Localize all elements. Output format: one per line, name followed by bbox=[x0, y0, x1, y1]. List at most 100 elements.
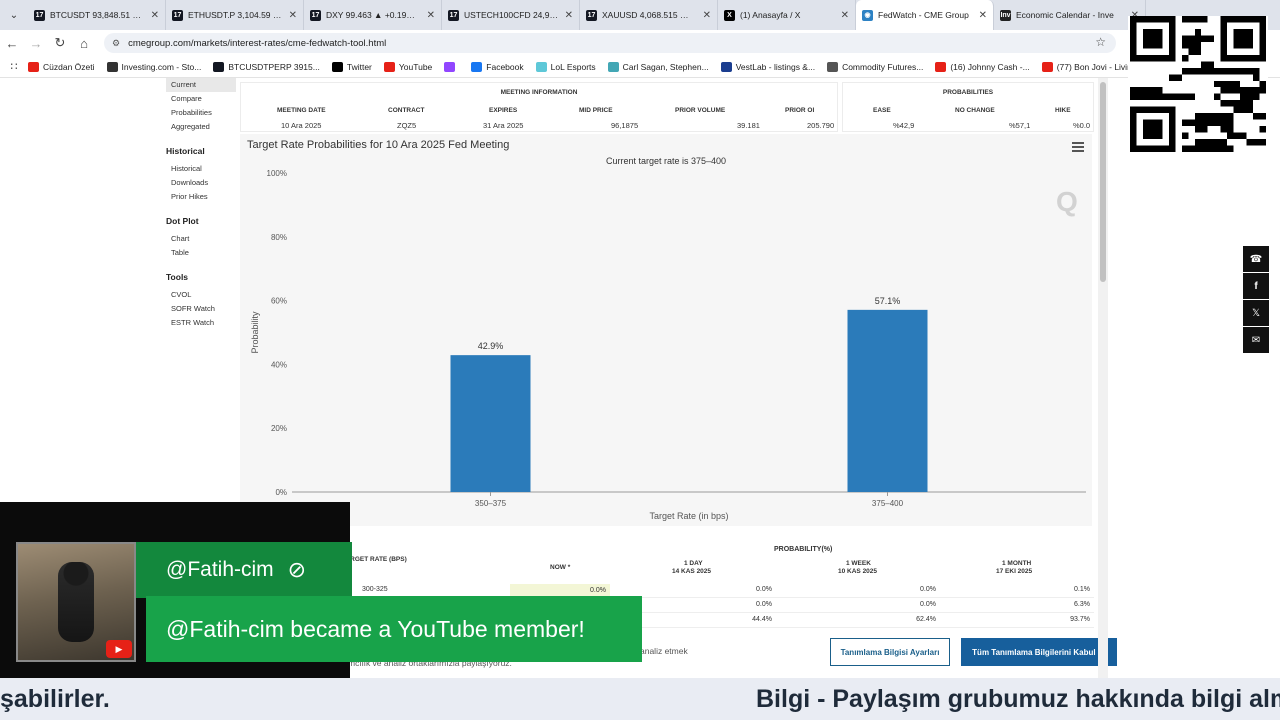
qr-module bbox=[1220, 113, 1228, 120]
bookmark-item[interactable] bbox=[444, 61, 459, 72]
qr-module bbox=[1188, 35, 1195, 42]
qr-module bbox=[1227, 113, 1234, 120]
bookmark-item[interactable]: VestLab - listings &... bbox=[720, 61, 815, 72]
tab-title: DXY 99.463 ▲ +0.19% Un bbox=[326, 10, 421, 20]
tab-close-icon[interactable]: ✕ bbox=[841, 10, 849, 21]
qr-module bbox=[1246, 93, 1254, 101]
y-tick-label: 100% bbox=[267, 169, 287, 178]
tab-favicon-icon: 17 bbox=[34, 9, 45, 21]
sidenav-item[interactable]: SOFR Watch bbox=[166, 302, 236, 316]
qr-module bbox=[1181, 35, 1189, 42]
site-info-icon[interactable]: ⚙ bbox=[112, 38, 120, 49]
ease-header: EASE bbox=[873, 107, 891, 114]
qr-module bbox=[1142, 28, 1163, 49]
browser-tab[interactable]: X (1) Anasayfa / X ✕ bbox=[718, 0, 856, 30]
facebook-share-icon[interactable]: f bbox=[1243, 273, 1269, 299]
browser-tab[interactable]: Inv Economic Calendar - Inve ✕ bbox=[994, 0, 1146, 30]
x-share-icon[interactable]: 𝕏 bbox=[1243, 300, 1269, 326]
tab-close-icon[interactable]: ✕ bbox=[289, 10, 297, 21]
browser-tab[interactable]: 17 ETHUSDT.P 3,104.59 ▲ + ✕ bbox=[166, 0, 304, 30]
tab-close-icon[interactable]: ✕ bbox=[703, 10, 711, 21]
one-month-header: 1 MONTH bbox=[1002, 560, 1032, 567]
bookmark-favicon-icon bbox=[331, 61, 343, 72]
qr-module bbox=[1201, 35, 1208, 42]
qr-module bbox=[1181, 132, 1189, 140]
tab-strip: ⌄ 17 BTCUSDT 93,848.51 ▼ −0. ✕ 17 ETHUSDT.P … bbox=[0, 0, 1280, 30]
no-change-header: NO CHANGE bbox=[955, 107, 995, 114]
bookmark-item[interactable]: Carl Sagan, Stephen... bbox=[607, 61, 709, 72]
one-month-cell: 93.7% bbox=[1070, 616, 1090, 623]
tab-search-chevron-icon[interactable]: ⌄ bbox=[0, 0, 28, 30]
tab-close-icon[interactable]: ✕ bbox=[565, 10, 573, 21]
bookmark-item[interactable]: YouTube bbox=[383, 61, 432, 72]
qr-module bbox=[1227, 119, 1234, 127]
one-day-header: 1 DAY bbox=[684, 560, 703, 567]
bookmark-item[interactable]: (16) Johnny Cash -... bbox=[935, 61, 1030, 72]
bookmark-item[interactable]: Cüzdan Özeti bbox=[28, 61, 95, 72]
reload-icon[interactable]: ↻ bbox=[48, 35, 72, 51]
sidenav-item[interactable]: ESTR Watch bbox=[166, 316, 236, 330]
qr-module bbox=[1194, 113, 1202, 120]
sidenav-item[interactable]: Current bbox=[166, 78, 236, 92]
sidenav-item[interactable]: Table bbox=[166, 246, 236, 260]
bookmark-item[interactable]: Commodity Futures... bbox=[827, 61, 923, 72]
sidenav-item[interactable]: Downloads bbox=[166, 176, 236, 190]
sidenav-item[interactable]: CVOL bbox=[166, 288, 236, 302]
y-tick-label: 80% bbox=[271, 233, 287, 242]
qr-module bbox=[1201, 119, 1208, 127]
email-share-icon[interactable]: ✉ bbox=[1243, 327, 1269, 353]
sidenav-item[interactable]: Aggregated bbox=[166, 120, 236, 134]
browser-tab[interactable]: 17 XAUUSD 4,068.515 ▼ −0. ✕ bbox=[580, 0, 718, 30]
expires-value: 31 Ara 2025 bbox=[483, 121, 524, 130]
y-tick-label: 60% bbox=[271, 297, 287, 306]
expires-header: EXPIRES bbox=[489, 107, 518, 114]
browser-tab[interactable]: ◉ FedWatch - CME Group ✕ bbox=[856, 0, 994, 30]
browser-tab[interactable]: 17 BTCUSDT 93,848.51 ▼ −0. ✕ bbox=[28, 0, 166, 30]
whatsapp-share-icon[interactable]: ☎ bbox=[1243, 246, 1269, 272]
forward-icon[interactable]: → bbox=[24, 36, 48, 51]
sidenav-item[interactable]: Probabilities bbox=[166, 106, 236, 120]
home-icon[interactable]: ⌂ bbox=[72, 36, 96, 51]
qr-module bbox=[1194, 67, 1202, 75]
apps-grid-icon[interactable]: ∷ bbox=[0, 60, 28, 73]
bookmark-favicon-icon bbox=[535, 61, 547, 72]
browser-tab[interactable]: 17 USTECH100CFD 24,963.0 ✕ bbox=[442, 0, 580, 30]
qr-module bbox=[1214, 145, 1221, 152]
bookmark-item[interactable]: Investing.com - Sto... bbox=[106, 61, 201, 72]
sidenav-item[interactable]: Historical bbox=[166, 162, 236, 176]
qr-module bbox=[1194, 16, 1202, 23]
qr-module bbox=[1233, 132, 1241, 140]
qr-module bbox=[1207, 35, 1215, 42]
one-week-date: 10 KAS 2025 bbox=[838, 568, 878, 575]
bookmark-star-icon[interactable]: ☆ bbox=[1095, 35, 1106, 49]
page-scrollbar[interactable] bbox=[1098, 78, 1108, 678]
bookmark-item[interactable]: (77) Bon Jovi - Livin... bbox=[1041, 61, 1139, 72]
qr-module bbox=[1220, 139, 1228, 146]
cookie-settings-button[interactable]: Tanımlama Bilgisi Ayarları bbox=[830, 638, 950, 666]
address-bar[interactable]: ⚙ cmegroup.com/markets/interest-rates/cm… bbox=[104, 33, 1116, 53]
bookmark-item[interactable]: LoL Esports bbox=[535, 61, 596, 72]
sidenav-item[interactable]: Prior Hikes bbox=[166, 190, 236, 204]
qr-module bbox=[1201, 139, 1208, 146]
ticker-text-right: Bilgi - Paylaşım grubumuz hakkında bilgi… bbox=[756, 684, 1280, 713]
tab-close-icon[interactable]: ✕ bbox=[427, 10, 435, 21]
bookmark-item[interactable]: Twitter bbox=[331, 61, 372, 72]
bookmark-label: Twitter bbox=[346, 61, 372, 72]
qr-module bbox=[1227, 126, 1234, 133]
member-alert-banner: @Fatih-cim became a YouTube member! bbox=[146, 596, 642, 662]
tab-close-icon[interactable]: ✕ bbox=[151, 10, 159, 21]
accept-all-cookies-button[interactable]: Tüm Tanımlama Bilgilerini Kabul Et bbox=[961, 638, 1117, 666]
browser-tab[interactable]: 17 DXY 99.463 ▲ +0.19% Un ✕ bbox=[304, 0, 442, 30]
scrollbar-thumb[interactable] bbox=[1100, 82, 1106, 282]
tab-close-icon[interactable]: ✕ bbox=[979, 10, 987, 21]
hike-header: HIKE bbox=[1055, 107, 1071, 114]
one-day-cell: 0.0% bbox=[756, 586, 772, 593]
target-rate-chart: Target Rate Probabilities for 10 Ara 202… bbox=[240, 134, 1092, 526]
back-icon[interactable]: ← bbox=[0, 36, 24, 51]
bookmark-item[interactable]: Facebook bbox=[471, 61, 524, 72]
bookmark-item[interactable]: BTCUSDTPERP 3915... bbox=[213, 61, 320, 72]
qr-module bbox=[1214, 119, 1221, 127]
sidenav-item[interactable]: Chart bbox=[166, 232, 236, 246]
sidenav-item[interactable]: Compare bbox=[166, 92, 236, 106]
qr-module bbox=[1194, 119, 1202, 127]
